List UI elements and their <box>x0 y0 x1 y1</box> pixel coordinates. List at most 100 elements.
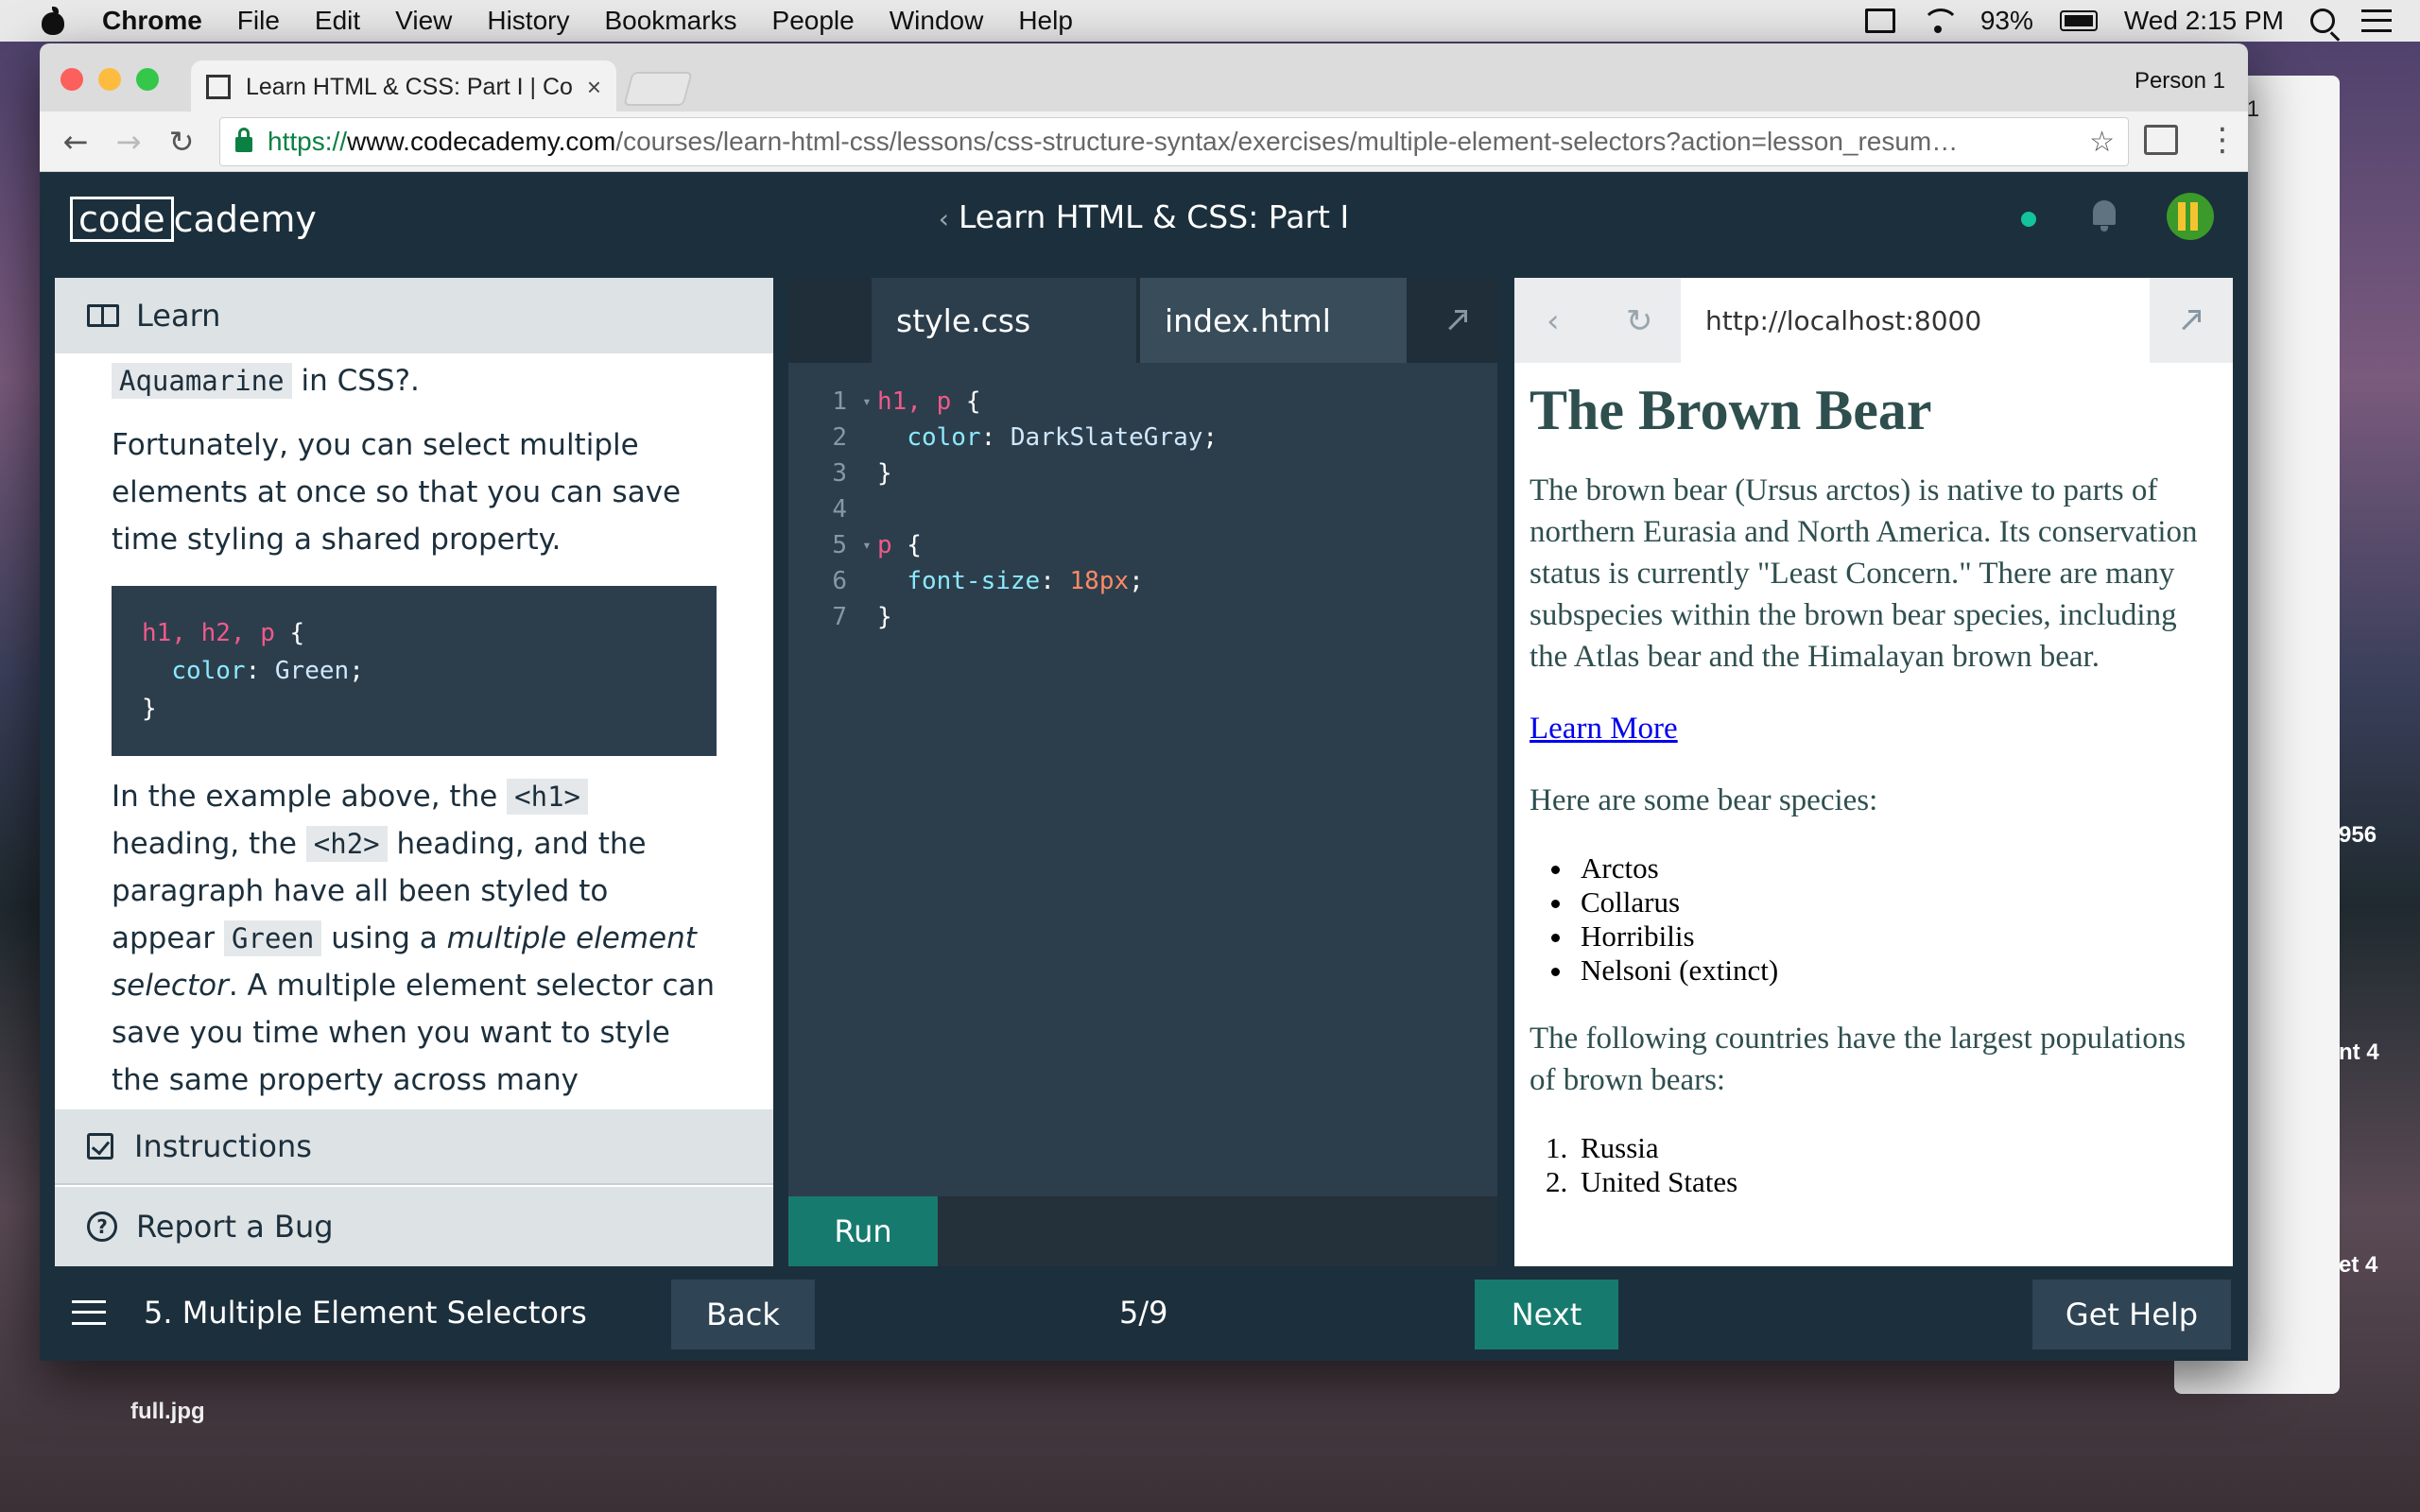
menu-people[interactable]: People <box>772 6 855 36</box>
inline-code: <h1> <box>507 779 588 815</box>
menu-view[interactable]: View <box>395 6 452 36</box>
menu-app-name[interactable]: Chrome <box>102 6 202 36</box>
code-property: font-size <box>907 567 1041 595</box>
address-bar[interactable]: https:// www.codecademy.com /courses/lea… <box>219 117 2129 166</box>
learn-more-link[interactable]: Learn More <box>1530 712 1678 746</box>
list-item: Horribilis <box>1575 919 2218 954</box>
url-scheme: https:// <box>268 127 348 156</box>
list-item: Russia <box>1575 1131 2218 1165</box>
checkbox-icon <box>87 1133 113 1160</box>
preview-back-icon[interactable]: ‹ <box>1547 302 1560 340</box>
code-value: 18px <box>1069 567 1130 595</box>
expand-icon[interactable] <box>1444 310 1467 333</box>
menu-edit[interactable]: Edit <box>315 6 360 36</box>
lesson-paragraph: Fortunately, you can select multiple ele… <box>112 428 682 557</box>
code-property: color <box>171 657 246 685</box>
wifi-icon[interactable] <box>1921 9 1960 33</box>
code-example-line: h1, h2, p { <box>142 614 686 652</box>
spotlight-search-icon[interactable] <box>2310 9 2335 33</box>
notification-center-icon[interactable] <box>2361 9 2392 32</box>
url-host: www.codecademy.com <box>347 127 616 156</box>
preview-reload-icon[interactable]: ↻ <box>1626 302 1653 340</box>
close-window-button[interactable] <box>60 68 83 91</box>
desktop-file-label[interactable]: full.jpg <box>130 1399 205 1425</box>
new-tab-button[interactable] <box>623 72 693 106</box>
line-number: 7 <box>832 603 847 631</box>
tab-title: Learn HTML & CSS: Part I | Co <box>246 73 573 100</box>
notifications-bell-icon[interactable] <box>2089 198 2119 232</box>
countries-list: Russia United States <box>1575 1131 2218 1199</box>
learn-tab-header[interactable]: Learn <box>55 278 773 353</box>
zoom-window-button[interactable] <box>136 68 159 91</box>
inline-code: Green <box>224 920 322 956</box>
cast-icon[interactable] <box>2144 125 2178 155</box>
code-line: 6 font-size: 18px; <box>788 563 1497 599</box>
tab-index-html[interactable]: index.html <box>1140 278 1407 363</box>
back-arrow-icon[interactable]: ← <box>57 123 95 161</box>
back-button[interactable]: Back <box>671 1280 815 1349</box>
desktop-label: nt 4 <box>2339 1040 2379 1065</box>
fold-arrow-icon[interactable]: ▾ <box>856 527 877 563</box>
code-punctuation: { <box>951 387 981 416</box>
page-heading: The Brown Bear <box>1530 379 1932 441</box>
instructions-label: Instructions <box>134 1128 312 1164</box>
secure-lock-icon[interactable] <box>235 128 252 152</box>
tab-style-css[interactable]: style.css <box>872 278 1136 363</box>
lesson-content: Aquamarine in CSS?. Fortunately, you can… <box>55 357 773 1151</box>
battery-icon[interactable] <box>2059 10 2098 31</box>
menu-history[interactable]: History <box>487 6 569 36</box>
code-text: } <box>877 603 892 631</box>
editor-tabs: style.css index.html <box>788 278 1497 363</box>
codecademy-header: code cademy ‹ Learn HTML & CSS: Part I <box>40 172 2248 263</box>
report-bug-section[interactable]: ? Report a Bug <box>55 1187 773 1266</box>
profile-button[interactable]: Person 1 <box>2135 68 2225 94</box>
airplay-icon[interactable] <box>1864 9 1895 33</box>
list-item: Nelsoni (extinct) <box>1575 954 2218 988</box>
menu-file[interactable]: File <box>237 6 280 36</box>
apple-logo-icon[interactable] <box>40 7 66 35</box>
lesson-paragraph: Aquamarine in CSS?. <box>112 357 717 404</box>
run-button[interactable]: Run <box>788 1196 938 1266</box>
desktop-label: et 4 <box>2339 1252 2378 1278</box>
next-button[interactable]: Next <box>1475 1280 1618 1349</box>
menu-bookmarks[interactable]: Bookmarks <box>604 6 736 36</box>
lesson-text: heading, the <box>112 827 306 861</box>
code-line: 1 ▾ h1, p { <box>788 384 1497 420</box>
code-selector: p <box>877 531 892 559</box>
code-value: DarkSlateGray <box>1010 423 1203 452</box>
preview-url-field[interactable]: http://localhost:8000 <box>1681 278 2150 363</box>
reload-icon[interactable]: ↻ <box>163 123 200 161</box>
online-status-icon <box>2021 212 2036 227</box>
tab-label: index.html <box>1165 301 1331 339</box>
minimize-window-button[interactable] <box>98 68 121 91</box>
preview-expand-icon[interactable] <box>2178 310 2201 333</box>
menu-window[interactable]: Window <box>890 6 984 36</box>
bookmark-star-icon[interactable]: ☆ <box>2089 126 2115 159</box>
browser-toolbar: ← → ↻ https:// www.codecademy.com /cours… <box>40 112 2248 172</box>
browser-tab-active[interactable]: Learn HTML & CSS: Part I | Co × <box>191 60 616 113</box>
instructions-section[interactable]: Instructions <box>55 1109 773 1185</box>
fold-arrow-icon[interactable]: ▾ <box>856 384 877 420</box>
code-punctuation: { <box>891 531 922 559</box>
forward-arrow-icon[interactable]: → <box>110 123 147 161</box>
code-lines[interactable]: 1 ▾ h1, p { 2 color: DarkSlateGray; 3} 4 5… <box>788 384 1497 635</box>
chrome-menu-icon[interactable]: ⋮ <box>2206 123 2238 157</box>
battery-percent: 93% <box>1979 6 2033 35</box>
line-number: 5 <box>832 531 847 559</box>
codecademy-favicon-icon <box>206 75 231 99</box>
tab-close-icon[interactable]: × <box>587 73 601 102</box>
avatar[interactable] <box>2167 193 2214 240</box>
preview-toolbar: ‹ ↻ http://localhost:8000 <box>1514 278 2233 363</box>
code-line: 4 <box>788 491 1497 527</box>
code-text: } <box>877 459 892 488</box>
line-number: 1 <box>832 387 847 416</box>
list-item: Collarus <box>1575 885 2218 919</box>
code-example: h1, h2, p { color: Green; } <box>112 586 717 756</box>
menu-help[interactable]: Help <box>1018 6 1073 36</box>
menubar-clock[interactable]: Wed 2:15 PM <box>2124 6 2284 36</box>
lesson-name[interactable]: 5. Multiple Element Selectors <box>144 1295 587 1331</box>
list-item: Arctos <box>1575 851 2218 885</box>
get-help-button[interactable]: Get Help <box>2032 1280 2231 1349</box>
hamburger-menu-icon[interactable] <box>72 1300 106 1325</box>
course-title[interactable]: ‹ Learn HTML & CSS: Part I <box>40 198 2248 235</box>
